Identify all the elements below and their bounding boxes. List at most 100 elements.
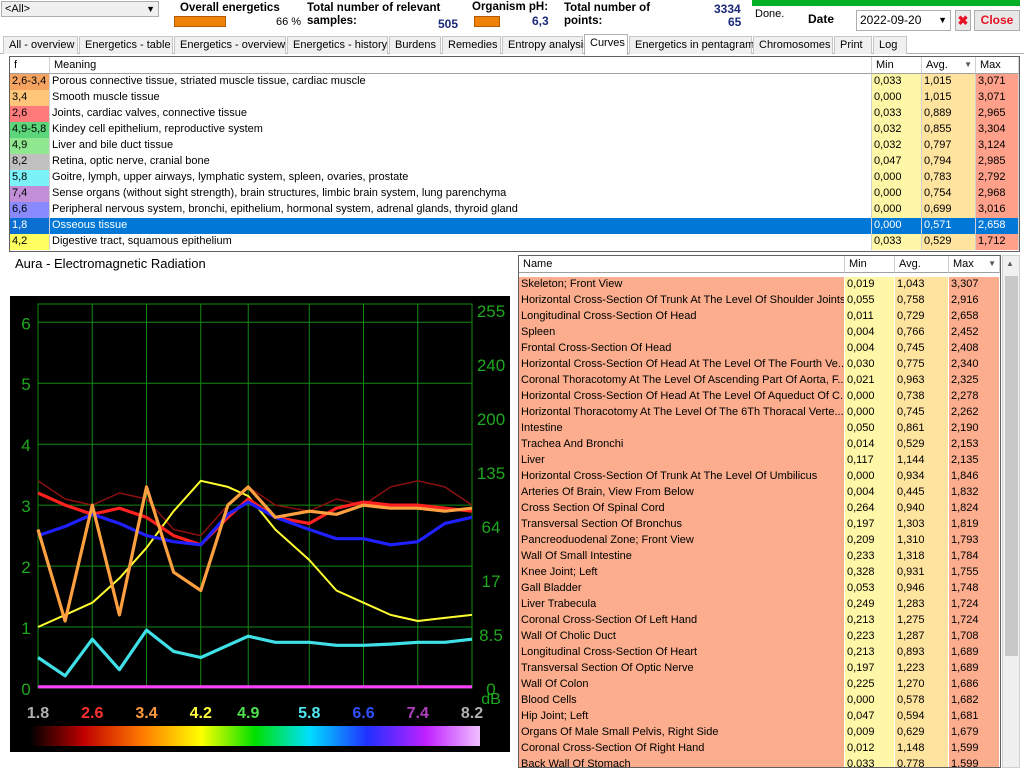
cell-avg: 0,794 — [922, 154, 976, 170]
table-row[interactable]: Coronal Cross-Section Of Right Hand 0,012… — [519, 741, 1000, 757]
table-row[interactable]: Wall Of Small Intestine 0,233 1,318 1,784 — [519, 549, 1000, 565]
tab-burdens[interactable]: Burdens — [389, 36, 441, 54]
table-row[interactable]: Transversal Section Of Optic Nerve 0,197 1… — [519, 661, 1000, 677]
cell-name: Coronal Cross-Section Of Left Hand — [519, 613, 845, 629]
y-left-tick-label: 4 — [21, 436, 30, 455]
table-row[interactable]: Blood Cells 0,000 0,578 1,682 — [519, 693, 1000, 709]
tab-print[interactable]: Print — [834, 36, 872, 54]
column-header-meaning[interactable]: Meaning — [50, 57, 872, 74]
table-row[interactable]: 1,8 Osseous tissue 0,000 0,571 2,658 — [10, 218, 1019, 234]
table-row[interactable]: 7,4 Sense organs (without sight strength)… — [10, 186, 1019, 202]
cell-min: 0,050 — [845, 421, 895, 437]
table-row[interactable]: Horizontal Thoracotomy At The Level Of T… — [519, 405, 1000, 421]
cell-max: 1,724 — [949, 613, 1000, 629]
tab-energetics-overview[interactable]: Energetics - overview — [174, 36, 286, 54]
table-row[interactable]: Horizontal Cross-Section Of Head At The … — [519, 389, 1000, 405]
overall-energetics-value: 66 % — [276, 16, 302, 28]
table-row[interactable]: Longitudinal Cross-Section Of Head 0,011 0… — [519, 309, 1000, 325]
table-row[interactable]: 2,6 Joints, cardiac valves, connective ti… — [10, 106, 1019, 122]
cell-name: Liver — [519, 453, 845, 469]
table-row[interactable]: Horizontal Cross-Section Of Trunk At The… — [519, 293, 1000, 309]
cell-max: 3,071 — [976, 90, 1019, 106]
cell-max: 1,599 — [949, 757, 1000, 767]
tab-energetics-in-pentagram[interactable]: Energetics in pentagram — [629, 36, 754, 54]
table-row[interactable]: Skeleton; Front View 0,019 1,043 3,307 — [519, 277, 1000, 293]
table-row[interactable]: Coronal Cross-Section Of Left Hand 0,213 1… — [519, 613, 1000, 629]
cell-meaning: Porous connective tissue, striated muscl… — [50, 74, 872, 90]
overall-energetics-swatch — [174, 16, 226, 27]
table-row[interactable]: 6,6 Peripheral nervous system, bronchi, e… — [10, 202, 1019, 218]
table-row[interactable]: Wall Of Cholic Duct 0,223 1,287 1,708 — [519, 629, 1000, 645]
cell-min: 0,328 — [845, 565, 895, 581]
table-row[interactable]: Horizontal Cross-Section Of Head At The … — [519, 357, 1000, 373]
column-header-f[interactable]: f — [10, 57, 50, 74]
table-row[interactable]: 2,6-3,4 Porous connective tissue, striate… — [10, 74, 1019, 90]
column-header-max[interactable]: Max — [976, 57, 1019, 74]
cell-name: Knee Joint; Left — [519, 565, 845, 581]
vertical-scrollbar[interactable]: ▲ — [1002, 255, 1020, 768]
table-row[interactable]: Arteries Of Brain, View From Below 0,004 0… — [519, 485, 1000, 501]
table-row[interactable]: Trachea And Bronchi 0,014 0,529 2,153 — [519, 437, 1000, 453]
table-row[interactable]: 5,8 Goitre, lymph, upper airways, lymphat… — [10, 170, 1019, 186]
table-row[interactable]: 4,9-5,8 Kindey cell epithelium, reproduct… — [10, 122, 1019, 138]
cell-meaning: Liver and bile duct tissue — [50, 138, 872, 154]
cell-max: 1,682 — [949, 693, 1000, 709]
table-row[interactable]: Horizontal Cross-Section Of Trunk At The… — [519, 469, 1000, 485]
table-row[interactable]: Pancreoduodenal Zone; Front View 0,209 1,3… — [519, 533, 1000, 549]
tab-all-overview[interactable]: All - overview — [3, 36, 78, 54]
cell-min: 0,004 — [845, 485, 895, 501]
column-header-name[interactable]: Name — [519, 256, 845, 273]
date-picker[interactable]: 2022-09-20 ▼ — [856, 10, 951, 31]
table-row[interactable]: 8,2 Retina, optic nerve, cranial bone 0,04… — [10, 154, 1019, 170]
table-row[interactable]: Organs Of Male Small Pelvis, Right Side 0… — [519, 725, 1000, 741]
total-points-label: Total number of points: — [564, 2, 651, 27]
table-row[interactable]: Intestine 0,050 0,861 2,190 — [519, 421, 1000, 437]
table-row[interactable]: 4,9 Liver and bile duct tissue 0,032 0,797 3… — [10, 138, 1019, 154]
filter-select[interactable]: <All> ▼ — [1, 1, 159, 17]
table-row[interactable]: Back Wall Of Stomach 0,033 0,778 1,599 — [519, 757, 1000, 767]
table-row[interactable]: Hip Joint; Left 0,047 0,594 1,681 — [519, 709, 1000, 725]
cell-min: 0,000 — [872, 186, 922, 202]
cell-min: 0,047 — [872, 154, 922, 170]
table-row[interactable]: Longitudinal Cross-Section Of Heart 0,213… — [519, 645, 1000, 661]
cell-min: 0,033 — [872, 74, 922, 90]
tab-energetics-table[interactable]: Energetics - table — [79, 36, 173, 54]
table-row[interactable]: Transversal Section Of Bronchus 0,197 1,30… — [519, 517, 1000, 533]
table-row[interactable]: Cross Section Of Spinal Cord 0,264 0,940 1,… — [519, 501, 1000, 517]
table-row[interactable]: Wall Of Colon 0,225 1,270 1,686 — [519, 677, 1000, 693]
cell-avg: 1,148 — [895, 741, 949, 757]
close-x-icon[interactable]: ✖ — [955, 10, 971, 31]
column-header-avg[interactable]: Avg. — [895, 256, 949, 273]
table-row[interactable]: Coronal Thoracotomy At The Level Of Asce… — [519, 373, 1000, 389]
table-row[interactable]: Gall Bladder 0,053 0,946 1,748 — [519, 581, 1000, 597]
y-right-tick-label: 8.5 — [479, 626, 503, 645]
table-row[interactable]: Liver 0,117 1,144 2,135 — [519, 453, 1000, 469]
tab-remedies[interactable]: Remedies — [442, 36, 501, 54]
cell-meaning: Digestive tract, squamous epithelium — [50, 234, 872, 250]
column-header-min[interactable]: Min — [872, 57, 922, 74]
column-header-max[interactable]: Max ▼ — [949, 256, 1000, 273]
table-row[interactable]: 3,4 Smooth muscle tissue 0,000 1,015 3,071 — [10, 90, 1019, 106]
table-row[interactable]: Frontal Cross-Section Of Head 0,004 0,745 2… — [519, 341, 1000, 357]
column-header-avg[interactable]: Avg. ▼ — [922, 57, 976, 74]
table-row[interactable]: Knee Joint; Left 0,328 0,931 1,755 — [519, 565, 1000, 581]
table-row[interactable]: Liver Trabecula 0,249 1,283 1,724 — [519, 597, 1000, 613]
close-button[interactable]: Close — [974, 10, 1020, 31]
cell-max: 2,190 — [949, 421, 1000, 437]
cell-meaning: Retina, optic nerve, cranial bone — [50, 154, 872, 170]
tab-entropy-analysis[interactable]: Entropy analysis — [502, 36, 589, 54]
cell-meaning: Peripheral nervous system, bronchi, epit… — [50, 202, 872, 218]
scrollbar-thumb[interactable] — [1005, 276, 1018, 656]
y-right-tick-label: 200 — [477, 410, 505, 429]
tab-log[interactable]: Log — [873, 36, 907, 54]
column-header-min[interactable]: Min — [845, 256, 895, 273]
cell-name: Transversal Section Of Bronchus — [519, 517, 845, 533]
cell-min: 0,000 — [872, 218, 922, 234]
table-row[interactable]: Spleen 0,004 0,766 2,452 — [519, 325, 1000, 341]
tab-curves[interactable]: Curves — [584, 34, 628, 55]
table-row[interactable]: 4,2 Digestive tract, squamous epithelium 0… — [10, 234, 1019, 250]
chevron-down-icon: ▼ — [938, 15, 947, 25]
tab-chromosomes[interactable]: Chromosomes — [753, 36, 833, 54]
tab-energetics-history[interactable]: Energetics - history — [287, 36, 388, 54]
scroll-up-icon[interactable]: ▲ — [1006, 259, 1014, 268]
